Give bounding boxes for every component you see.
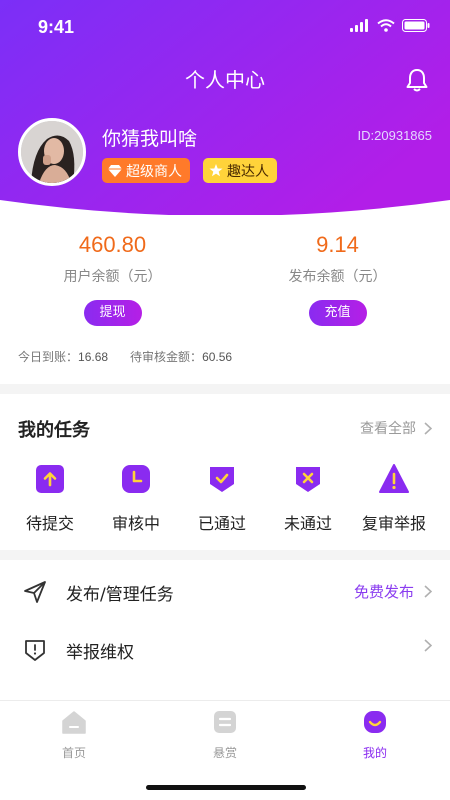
tab-mine[interactable]: 我的 [335, 709, 415, 761]
task-label: 已通过 [197, 514, 246, 533]
diamond-icon [108, 164, 122, 177]
status-bar: 9:41 [0, 0, 450, 56]
chevron-right-icon [424, 639, 432, 652]
tab-reward[interactable]: 悬赏 [185, 709, 265, 761]
publish-balance-label: 发布余额（元） [288, 269, 387, 285]
check-icon [210, 467, 234, 492]
wifi-icon [377, 19, 395, 32]
badge-super-merchant: 超级商人 [102, 158, 190, 183]
menu-row-report-rights[interactable]: 举报维权 [0, 621, 450, 677]
income-summary: 今日到账：16.68 待审核金额：60.56 [18, 348, 232, 365]
badge-label: 趣达人 [227, 163, 269, 180]
my-tasks-title: 我的任务 [18, 420, 90, 441]
task-label: 未通过 [283, 514, 332, 533]
balance-section: 460.80 用户余额（元） 提现 9.14 发布余额（元） 充值 [0, 228, 450, 338]
task-review-report[interactable]: 复审举报 [351, 464, 437, 534]
row-chevron [424, 639, 432, 652]
cross-icon [296, 467, 320, 492]
menu-row-label: 举报维权 [66, 643, 134, 663]
task-pending-submit[interactable]: 待提交 [7, 464, 93, 534]
recharge-button[interactable]: 充值 [308, 300, 367, 326]
send-icon [24, 581, 46, 603]
badge-label: 超级商人 [126, 163, 182, 180]
avatar[interactable] [18, 118, 86, 186]
user-balance: 460.80 用户余额（元） 提现 [0, 228, 225, 326]
menu-row-publish-tasks[interactable]: 发布/管理任务 免费发布 [0, 563, 450, 619]
user-id: ID:20931865 [357, 128, 432, 143]
badge-expert: 趣达人 [203, 158, 277, 183]
task-approved[interactable]: 已通过 [179, 464, 265, 534]
cellular-signal-icon [350, 19, 368, 32]
today-income-label: 今日到账： [18, 350, 79, 364]
user-balance-amount: 460.80 [78, 232, 147, 257]
home-indicator [146, 785, 306, 790]
chevron-right-icon [424, 585, 432, 598]
tab-label: 我的 [362, 746, 387, 760]
today-income: 今日到账：16.68 [18, 348, 108, 365]
avatar-image [21, 121, 83, 183]
user-balance-label: 用户余额（元） [63, 269, 162, 285]
task-status-list: 待提交 审核中 已通过 未通过 复审举报 [0, 464, 450, 534]
status-time: 9:41 [38, 17, 75, 37]
publish-balance: 9.14 发布余额（元） 充值 [225, 228, 450, 326]
tab-label: 悬赏 [212, 746, 237, 760]
alert-icon [379, 464, 409, 493]
shield-alert-icon [25, 640, 45, 661]
chevron-right-icon [424, 421, 432, 435]
see-all-label: 查看全部 [360, 421, 416, 437]
pending-amount: 待审核金额：60.56 [130, 348, 232, 365]
task-under-review[interactable]: 审核中 [93, 464, 179, 534]
pending-amount-value: 60.56 [202, 350, 233, 364]
page-title: 个人中心 [185, 68, 265, 92]
bell-icon[interactable] [403, 66, 431, 94]
battery-icon [402, 19, 430, 32]
tab-home[interactable]: 首页 [34, 709, 114, 761]
task-label: 复审举报 [361, 514, 426, 533]
profile-face-icon [364, 711, 386, 733]
tab-label: 首页 [61, 746, 86, 760]
publish-balance-amount: 9.14 [316, 232, 359, 257]
star-icon [209, 164, 223, 177]
reward-icon [214, 711, 236, 733]
menu-row-label: 发布/管理任务 [66, 585, 174, 605]
free-publish-link[interactable]: 免费发布 [354, 581, 432, 602]
task-label: 待提交 [25, 514, 74, 533]
withdraw-button[interactable]: 提现 [83, 300, 142, 326]
clock-icon [122, 465, 150, 493]
section-divider [0, 550, 450, 560]
home-icon [62, 711, 86, 734]
upload-icon [36, 465, 64, 493]
task-label: 审核中 [111, 514, 160, 533]
free-publish-label: 免费发布 [353, 583, 414, 601]
see-all-link[interactable]: 查看全部 [360, 418, 432, 438]
today-income-value: 16.68 [78, 350, 109, 364]
username: 你猜我叫啥 [102, 128, 198, 150]
task-rejected[interactable]: 未通过 [265, 464, 351, 534]
pending-amount-label: 待审核金额： [130, 350, 203, 364]
section-divider [0, 384, 450, 394]
